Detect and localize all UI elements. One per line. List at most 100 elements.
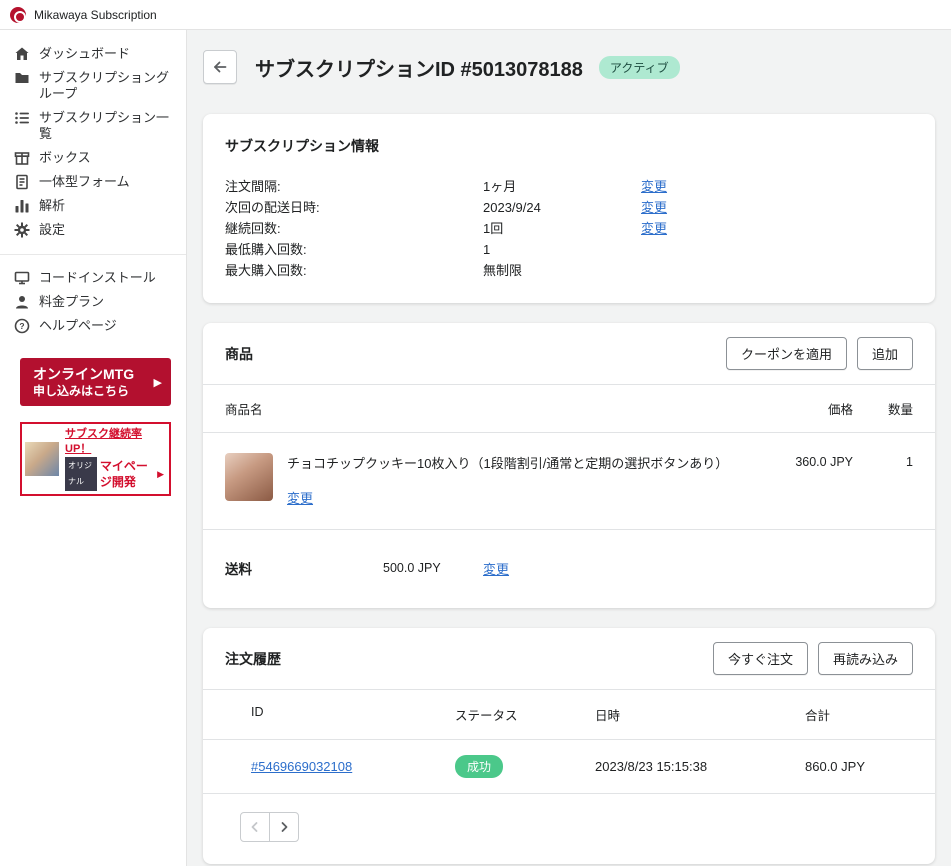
products-title: 商品 <box>225 345 253 362</box>
page-header: サブスクリプションID #5013078188 アクティブ <box>203 50 935 84</box>
order-now-button[interactable]: 今すぐ注文 <box>712 642 808 675</box>
order-status-cell: 成功 <box>455 755 595 778</box>
column-datetime: 日時 <box>595 709 621 723</box>
sidebar-item-label: コードインストール <box>39 270 156 285</box>
change-interval-link[interactable]: 変更 <box>641 176 701 197</box>
sidebar-item-analytics[interactable]: 解析 <box>0 194 186 218</box>
info-row-min-purchases: 最低購入回数: 1 <box>225 239 913 260</box>
apply-coupon-button[interactable]: クーポンを適用 <box>725 337 847 370</box>
column-total: 合計 <box>805 709 831 723</box>
form-icon <box>14 174 30 190</box>
product-image <box>225 453 273 501</box>
promo-tag: オリジナル <box>65 457 97 491</box>
page-title: サブスクリプションID #5013078188 <box>255 58 583 81</box>
pagination-prev-button[interactable] <box>240 812 270 842</box>
column-id: ID <box>251 705 264 719</box>
order-history-header: 注文履歴 今すぐ注文 再読み込み <box>203 628 935 690</box>
info-label: 注文間隔: <box>225 179 281 194</box>
sidebar-item-label: ヘルプページ <box>39 318 117 333</box>
sidebar-item-pricing-plan[interactable]: 料金プラン <box>0 290 186 314</box>
info-row-max-purchases: 最大購入回数: 無制限 <box>225 260 913 281</box>
sidebar-item-help[interactable]: ? ヘルプページ <box>0 314 186 338</box>
arrow-left-icon <box>214 61 227 73</box>
sidebar-item-box[interactable]: ボックス <box>0 146 186 170</box>
column-status: ステータス <box>455 709 518 723</box>
promo-arrow-icon: ▶ <box>157 469 164 479</box>
sidebar-secondary-nav: コードインストール 料金プラン ? ヘルプページ <box>0 266 186 338</box>
user-icon <box>14 294 30 310</box>
column-qty: 数量 <box>887 403 913 417</box>
products-table-header: 商品名 価格 数量 <box>203 385 935 433</box>
folder-icon <box>14 70 30 86</box>
products-card: 商品 クーポンを適用 追加 商品名 価格 数量 チョコチップクッキー10枚入り（… <box>203 323 935 608</box>
status-badge: アクティブ <box>598 55 680 79</box>
shipping-label: 送料 <box>225 562 252 577</box>
chart-icon <box>14 198 30 214</box>
sidebar-item-subscription-group[interactable]: サブスクリプショングループ <box>0 66 186 106</box>
online-mtg-banner[interactable]: オンラインMTG 申し込みはこちら ▶ <box>20 358 171 406</box>
order-row: #5469669032108 成功 2023/8/23 15:15:38 860… <box>203 740 935 794</box>
order-table-header: ID ステータス 日時 合計 <box>203 690 935 740</box>
online-mtg-banner-text: オンラインMTG 申し込みはこちら <box>33 365 134 399</box>
sidebar-item-label: ダッシュボード <box>39 46 131 61</box>
brand-name: Mikawaya Subscription <box>34 7 157 22</box>
change-next-delivery-link[interactable]: 変更 <box>641 197 701 218</box>
pagination <box>203 794 935 864</box>
sidebar-item-subscription-list[interactable]: サブスクリプション一覧 <box>0 106 186 146</box>
sidebar-item-label: サブスクリプション一覧 <box>39 110 170 141</box>
help-icon: ? <box>14 318 30 334</box>
sidebar-divider <box>0 254 186 255</box>
sidebar-item-label: 料金プラン <box>39 294 105 309</box>
product-name: チョコチップクッキー10枚入り（1段階割引/通常と定期の選択ボタンあり） <box>287 456 729 471</box>
subscription-info-card: サブスクリプション情報 注文間隔: 1ヶ月 変更 次回の配送日時: 2023/9… <box>203 114 935 303</box>
change-shipping-link[interactable]: 変更 <box>483 559 509 578</box>
promo-photo <box>25 442 59 476</box>
info-label: 最低購入回数: <box>225 242 307 257</box>
play-arrow-icon: ▶ <box>153 376 162 389</box>
info-label: 最大購入回数: <box>225 263 307 278</box>
chevron-right-icon <box>281 822 288 832</box>
shipping-row: 送料 500.0 JPY 変更 <box>203 530 935 608</box>
box-icon <box>14 150 30 166</box>
subscription-info-title: サブスクリプション情報 <box>225 138 379 154</box>
sidebar-item-settings[interactable]: 設定 <box>0 218 186 242</box>
sidebar-item-code-install[interactable]: コードインストール <box>0 266 186 290</box>
brand-logo-icon <box>10 6 26 23</box>
products-card-header: 商品 クーポンを適用 追加 <box>203 323 935 385</box>
online-mtg-line2: 申し込みはこちら <box>33 384 130 398</box>
change-product-link[interactable]: 変更 <box>287 488 313 507</box>
sidebar-item-form[interactable]: 一体型フォーム <box>0 170 186 194</box>
main-content: サブスクリプションID #5013078188 アクティブ サブスクリプション情… <box>187 30 951 866</box>
sidebar-item-label: 設定 <box>39 222 66 237</box>
sidebar: ダッシュボード サブスクリプショングループ サブスクリプション一覧 ボックス 一… <box>0 30 187 866</box>
sidebar-item-label: サブスクリプショングループ <box>39 70 170 101</box>
back-button[interactable] <box>203 50 237 84</box>
sidebar-item-label: 一体型フォーム <box>39 174 130 189</box>
promo-line1: サブスク継続率UP！ <box>65 428 142 455</box>
mypage-promo-banner[interactable]: サブスク継続率UP！ オリジナル マイページ開発 ▶ <box>20 422 171 496</box>
sidebar-primary-nav: ダッシュボード サブスクリプショングループ サブスクリプション一覧 ボックス 一… <box>0 42 186 242</box>
order-id-link[interactable]: #5469669032108 <box>251 759 455 774</box>
info-row-interval: 注文間隔: 1ヶ月 変更 <box>225 176 913 197</box>
pagination-next-button[interactable] <box>269 812 299 842</box>
order-history-actions: 今すぐ注文 再読み込み <box>712 642 913 675</box>
promo-line2: オリジナル マイページ開発 ▶ <box>65 457 164 491</box>
info-row-next-delivery: 次回の配送日時: 2023/9/24 変更 <box>225 197 913 218</box>
sidebar-item-label: 解析 <box>39 198 66 213</box>
home-icon <box>14 46 30 62</box>
change-renewal-count-link[interactable]: 変更 <box>641 218 701 239</box>
info-value: 2023/9/24 <box>483 200 541 215</box>
code-icon <box>14 270 30 286</box>
sidebar-item-dashboard[interactable]: ダッシュボード <box>0 42 186 66</box>
add-product-button[interactable]: 追加 <box>856 337 913 370</box>
product-price: 360.0 JPY <box>795 455 853 469</box>
sidebar-item-label: ボックス <box>39 150 91 165</box>
reload-button[interactable]: 再読み込み <box>817 642 913 675</box>
promo-dev-label: マイページ開発 <box>99 459 148 489</box>
product-row: チョコチップクッキー10枚入り（1段階割引/通常と定期の選択ボタンあり） 変更 … <box>203 433 935 530</box>
online-mtg-line1: オンラインMTG <box>33 366 135 382</box>
product-name-cell: チョコチップクッキー10枚入り（1段階割引/通常と定期の選択ボタンあり） 変更 <box>287 453 763 507</box>
info-label: 継続回数: <box>225 221 281 236</box>
order-history-title: 注文履歴 <box>225 650 281 667</box>
info-value: 無制限 <box>483 263 523 278</box>
